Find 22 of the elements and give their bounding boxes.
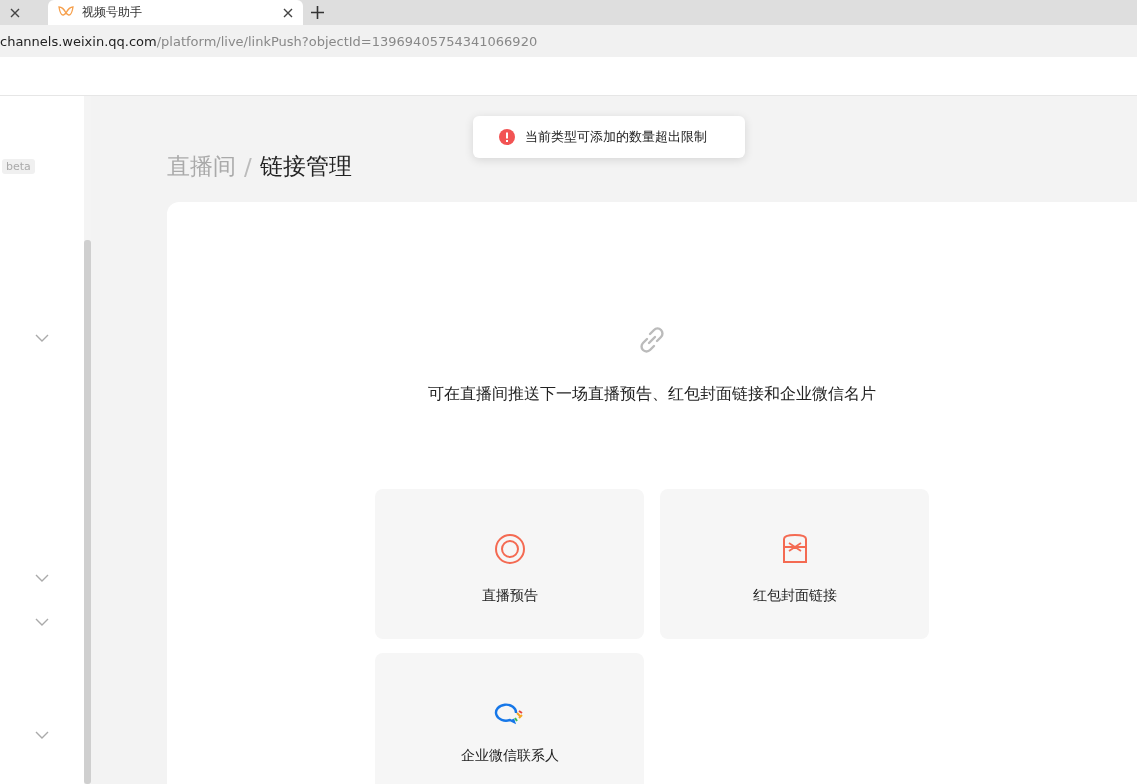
scrollbar-thumb[interactable] [84, 240, 91, 784]
browser-tab[interactable]: 视频号助手 [48, 0, 303, 25]
close-icon[interactable] [283, 7, 293, 18]
chevron-icon[interactable] [35, 731, 49, 739]
address-bar[interactable]: channels.weixin.qq.com/platform/live/linkPush?objectId=13969405754341066920 [0, 25, 1137, 57]
error-icon [499, 129, 515, 145]
chevron-icon[interactable] [35, 618, 49, 626]
beta-badge: beta [2, 159, 35, 174]
breadcrumb-item: 链接管理 [259, 152, 352, 181]
target-icon [493, 533, 526, 565]
option-card[interactable]: 红包封面链接 [660, 489, 929, 639]
gift-envelope-icon [781, 533, 808, 565]
plus-icon [311, 6, 324, 19]
toast-message: 当前类型可添加的数量超出限制 [525, 128, 707, 146]
chevron-icon[interactable] [35, 574, 49, 582]
empty-state-description: 可在直播间推送下一场直播预告、红包封面链接和企业微信名片 [428, 384, 876, 405]
chevron-icon[interactable] [35, 334, 49, 342]
option-card[interactable]: 企业微信联系人 [375, 653, 644, 784]
option-card[interactable]: 直播预告 [375, 489, 644, 639]
close-icon[interactable] [10, 7, 20, 18]
tab-title: 视频号助手 [82, 4, 143, 21]
breadcrumb-separator: / [244, 153, 252, 180]
